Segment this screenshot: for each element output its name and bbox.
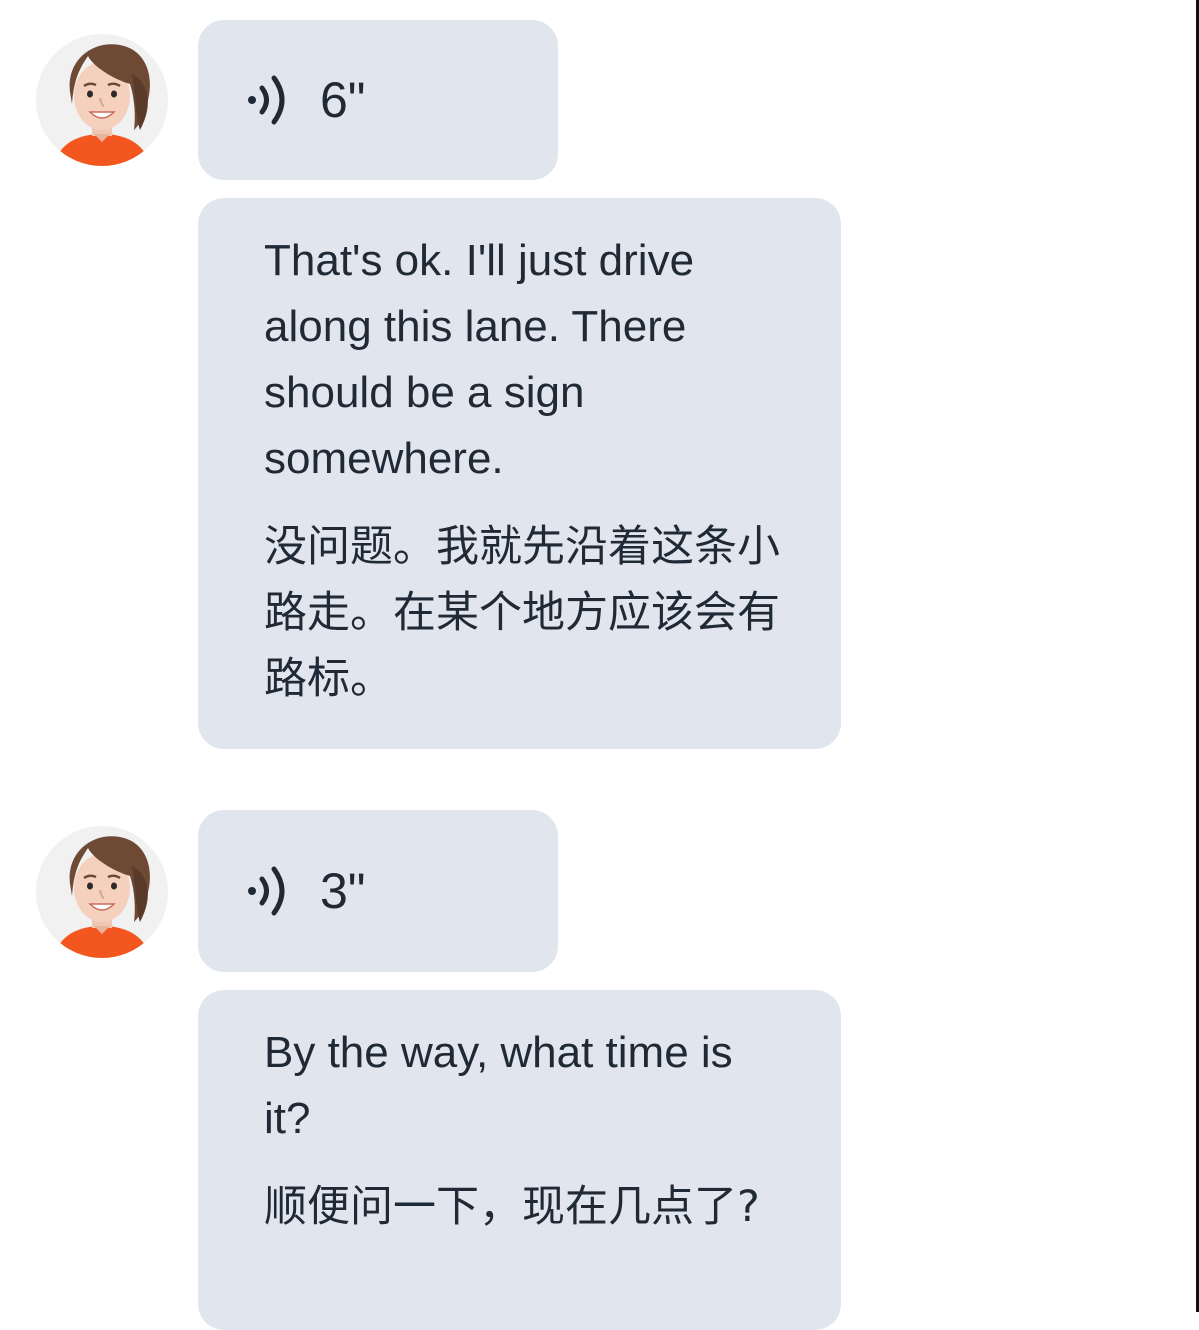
audio-message-bubble[interactable]: 3" <box>198 810 558 972</box>
chinese-translation: 没问题。我就先沿着这条小路走。在某个地方应该会有路标。 <box>264 522 780 704</box>
speaker-avatar[interactable] <box>36 826 168 958</box>
english-text: That's ok. I'll just drive along this la… <box>264 236 695 483</box>
woman-avatar-icon <box>36 826 168 958</box>
speaker-avatar[interactable] <box>36 34 168 166</box>
woman-avatar-icon <box>36 34 168 166</box>
text-message-bubble: That's ok. I'll just drive along this la… <box>198 198 841 749</box>
english-text: By the way, what time is it? <box>264 1028 733 1143</box>
audio-message-bubble[interactable]: 6" <box>198 20 558 180</box>
sound-wave-icon[interactable] <box>244 70 294 130</box>
text-message-bubble: By the way, what time is it? 顺便问一下，现在几点了… <box>198 990 841 1330</box>
audio-duration: 6" <box>320 72 366 128</box>
chinese-translation: 顺便问一下，现在几点了? <box>264 1182 760 1232</box>
audio-duration: 3" <box>320 863 366 919</box>
sound-wave-icon[interactable] <box>244 861 294 921</box>
